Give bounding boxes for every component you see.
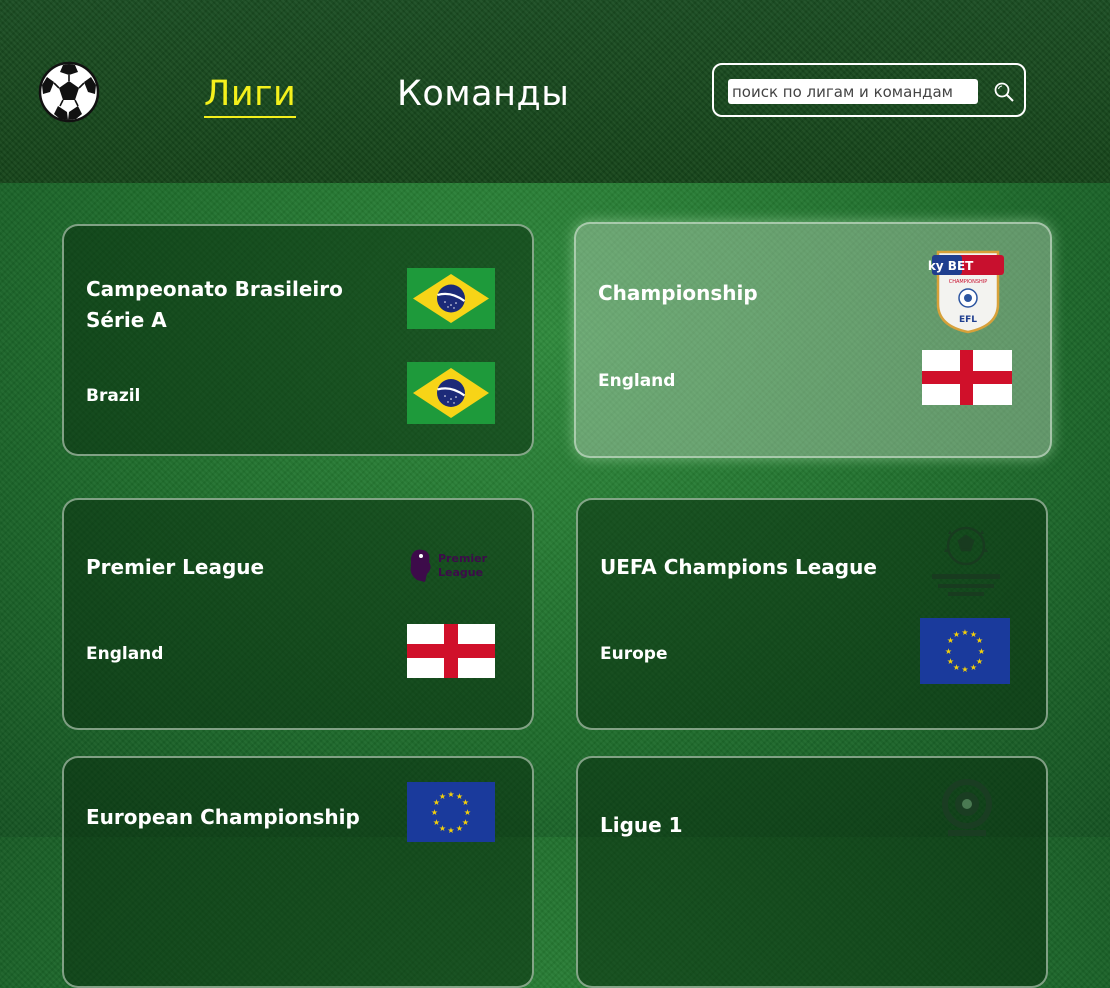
svg-text:★: ★ [978, 647, 985, 656]
brazil-flag-icon [407, 362, 495, 424]
league-title: Ligue 1 [600, 813, 683, 837]
search-icon[interactable] [992, 80, 1016, 104]
league-card[interactable]: Premier League England Premier League [62, 498, 534, 730]
league-country: Brazil [86, 386, 141, 406]
svg-text:★: ★ [970, 663, 977, 672]
league-title: UEFA Champions League [600, 555, 877, 579]
england-flag-icon [922, 350, 1012, 405]
league-card[interactable]: European Championship ★ ★ ★ ★ ★ ★ ★ ★ ★ ★ ★ ★ [62, 756, 534, 988]
svg-text:★: ★ [462, 798, 469, 807]
champions-league-logo-icon [932, 526, 1000, 596]
svg-text:★: ★ [976, 636, 983, 645]
svg-text:★: ★ [945, 647, 952, 656]
svg-text:★: ★ [953, 630, 960, 639]
svg-text:★: ★ [456, 824, 463, 833]
championship-logo-subtext: CHAMPIONSHIP [949, 279, 988, 285]
ligue-1-logo-icon [942, 779, 992, 836]
svg-text:League: League [438, 566, 483, 579]
league-country: England [598, 371, 676, 391]
nav-tab-teams[interactable]: Команды [397, 72, 569, 116]
svg-text:★: ★ [464, 808, 471, 817]
league-card[interactable]: Championship England sky BET CHAMPIONSHI… [574, 222, 1052, 458]
svg-text:★: ★ [447, 790, 454, 799]
svg-text:★: ★ [447, 826, 454, 835]
eu-flag-icon: ★ ★★ ★★★ ★★★ ★★★ [407, 782, 495, 842]
league-title: Championship [598, 281, 758, 305]
league-title: Campeonato Brasileiro Série A [86, 277, 343, 332]
sky-bet-championship-logo-icon: sky BET CHAMPIONSHIP EFL [928, 250, 1004, 334]
svg-text:★: ★ [961, 628, 968, 637]
brazil-flag-icon [407, 268, 495, 329]
league-country: Europe [600, 644, 668, 664]
search-box [712, 63, 1026, 117]
header: Лиги Команды [0, 0, 1110, 183]
svg-text:★: ★ [433, 818, 440, 827]
sky-bet-logo-text: sky BET [928, 259, 974, 273]
league-card[interactable]: Campeonato Brasileiro Série A Brazil [62, 224, 534, 456]
league-country: England [86, 644, 164, 664]
league-title: European Championship [86, 805, 360, 829]
nav-tab-leagues[interactable]: Лиги [204, 72, 297, 118]
svg-text:★: ★ [947, 657, 954, 666]
svg-text:★: ★ [961, 665, 968, 674]
league-title: Premier League [86, 555, 265, 579]
svg-text:★: ★ [439, 792, 446, 801]
league-card[interactable]: UEFA Champions League Europe ★ ★ ★ ★ ★ ★ ★ ★ ★… [576, 498, 1048, 730]
league-card[interactable]: Ligue 1 [576, 756, 1048, 988]
svg-text:★: ★ [431, 808, 438, 817]
premier-league-logo-text: Premier [438, 552, 488, 565]
soccer-ball-logo-icon[interactable] [38, 61, 100, 123]
eu-flag-icon: ★ ★★ ★★★ ★★★ ★★★ [920, 618, 1010, 684]
efl-logo-text: EFL [959, 315, 977, 325]
premier-league-logo-icon: Premier League [410, 549, 488, 582]
england-flag-icon [407, 624, 495, 678]
search-input[interactable] [728, 79, 978, 104]
